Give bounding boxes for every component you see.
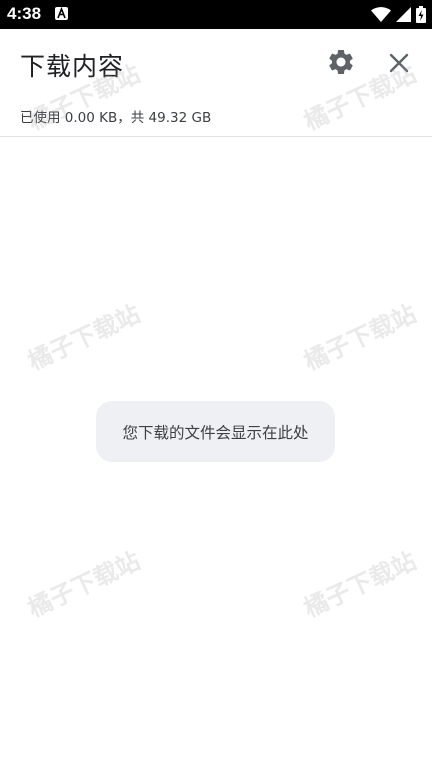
- watermark: 橘子下载站: [299, 546, 421, 623]
- battery-icon: [416, 6, 426, 23]
- status-bar: 4:38: [0, 0, 432, 29]
- close-button[interactable]: [385, 49, 413, 77]
- page-title: 下载内容: [20, 52, 125, 81]
- watermark: 橘子下载站: [23, 299, 145, 376]
- downloads-header: 下载内容 已使用 0.00 KB，共 49.32 GB: [0, 29, 432, 137]
- signal-icon: [396, 7, 411, 22]
- gear-icon: [329, 50, 353, 74]
- watermark: 橘子下载站: [23, 546, 145, 623]
- status-icons: [371, 6, 426, 23]
- settings-button[interactable]: [326, 47, 356, 77]
- watermark: 橘子下载站: [299, 299, 421, 376]
- empty-state-message: 您下载的文件会显示在此处: [96, 401, 335, 462]
- storage-usage-text: 已使用 0.00 KB，共 49.32 GB: [20, 110, 212, 126]
- wifi-icon: [371, 6, 391, 22]
- close-icon: [389, 53, 409, 73]
- status-time: 4:38: [7, 4, 42, 23]
- notification-a-icon: [55, 7, 68, 20]
